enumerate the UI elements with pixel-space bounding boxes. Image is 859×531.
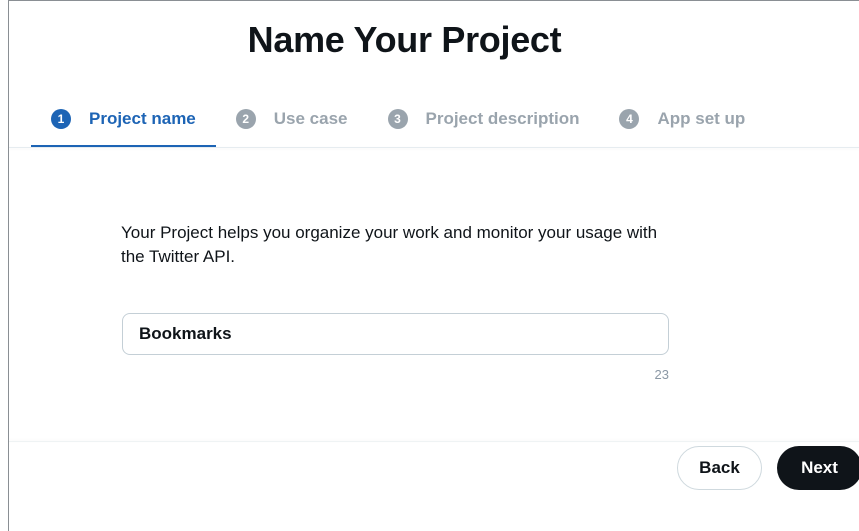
- project-setup-dialog: Name Your Project 1 Project name 2 Use c…: [8, 0, 859, 531]
- project-name-input[interactable]: [122, 313, 669, 355]
- project-description-text: Your Project helps you organize your wor…: [121, 223, 658, 266]
- tab-project-description[interactable]: 3 Project description: [368, 105, 600, 133]
- step-label: Project description: [425, 109, 580, 128]
- step-label: App set up: [657, 109, 746, 128]
- character-counter: 23: [654, 367, 669, 382]
- header-divider: [9, 147, 859, 148]
- stepper-tabs: 1 Project name 2 Use case 3 Project desc…: [31, 105, 765, 148]
- tab-project-name[interactable]: 1 Project name: [31, 105, 216, 148]
- step-number-badge: 1: [51, 109, 71, 129]
- tab-use-case[interactable]: 2 Use case: [216, 105, 368, 133]
- step-number-badge: 3: [387, 109, 408, 129]
- tab-app-set-up[interactable]: 4 App set up: [599, 105, 765, 133]
- footer-divider: [9, 441, 859, 442]
- back-button[interactable]: Back: [677, 446, 762, 490]
- step-number-badge: 2: [235, 109, 256, 129]
- next-button[interactable]: Next: [777, 446, 859, 490]
- step-label: Project name: [89, 109, 196, 128]
- step-label: Use case: [273, 109, 348, 128]
- step-number-badge: 4: [619, 109, 640, 129]
- page-title: Name Your Project: [247, 19, 562, 60]
